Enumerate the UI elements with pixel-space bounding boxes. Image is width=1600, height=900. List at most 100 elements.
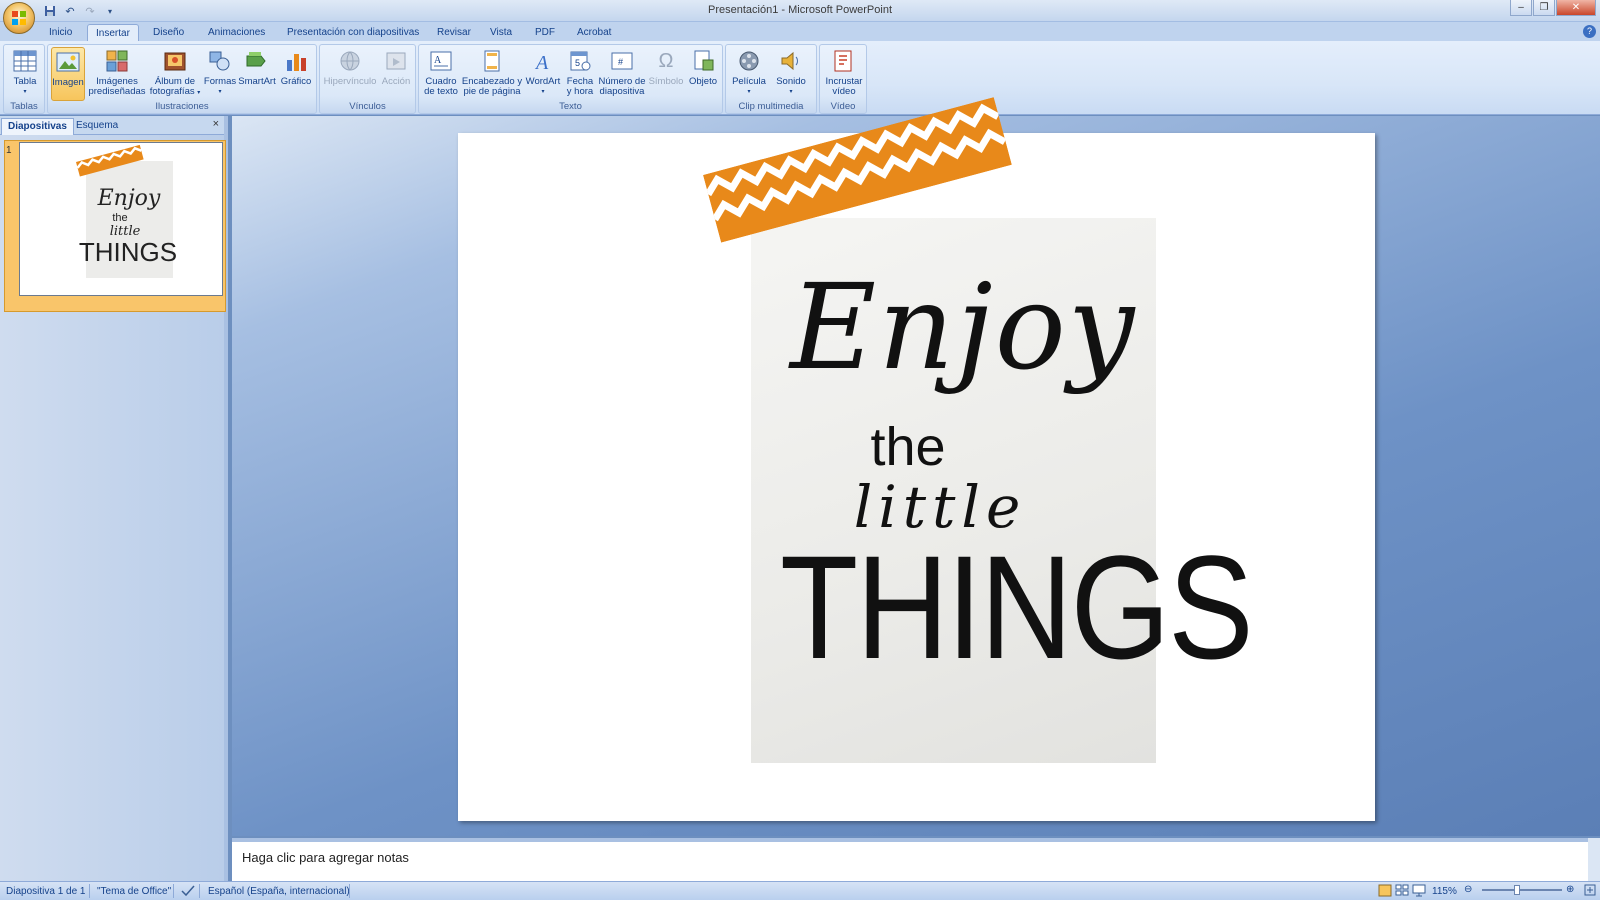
- album-fotografias-button[interactable]: Álbum de fotografías ▾: [148, 47, 202, 101]
- notes-placeholder: Haga clic para agregar notas: [242, 850, 409, 865]
- tab-pdf[interactable]: PDF: [527, 24, 563, 42]
- group-vinculos: Hipervínculo Acción Vínculos: [319, 44, 416, 114]
- hipervinculo-button[interactable]: Hipervínculo: [323, 47, 377, 101]
- slide-thumbnail-preview: Enjoy the little THINGS: [76, 144, 177, 278]
- tabla-button[interactable]: Tabla ▾: [7, 47, 43, 101]
- table-icon: [12, 47, 38, 75]
- cuadro-texto-button[interactable]: A Cuadro de texto: [422, 47, 460, 101]
- header-footer-icon: [479, 47, 505, 75]
- svg-text:A: A: [534, 52, 549, 72]
- slide-number: 1: [6, 145, 12, 156]
- group-texto: A Cuadro de texto Encabezado y pie de pá…: [418, 44, 723, 114]
- embed-video-icon: [831, 47, 857, 75]
- status-slide-count: Diapositiva 1 de 1: [6, 886, 86, 897]
- hyperlink-globe-icon: [337, 47, 363, 75]
- dropdown-arrow-icon: ▾: [218, 89, 222, 95]
- tab-esquema[interactable]: Esquema: [70, 118, 124, 135]
- shapes-icon: [207, 47, 233, 75]
- accion-button[interactable]: Acción: [379, 47, 413, 101]
- group-video: Incrustar vídeo Vídeo: [819, 44, 867, 114]
- svg-text:A: A: [434, 55, 442, 66]
- slide-text-the: the: [870, 417, 946, 477]
- smartart-button[interactable]: SmartArt: [238, 47, 276, 101]
- dropdown-arrow-icon: ▾: [789, 89, 793, 95]
- minimize-icon[interactable]: –: [1510, 0, 1532, 16]
- omega-symbol-icon: Ω: [658, 50, 674, 72]
- pane-tabs: Diapositivas Esquema ×: [0, 116, 224, 135]
- slide-thumbnail[interactable]: Enjoy the little THINGS: [19, 142, 223, 296]
- tab-animaciones[interactable]: Animaciones: [200, 24, 273, 42]
- slide-text-enjoy: Enjoy: [790, 258, 1137, 396]
- encabezado-pie-button[interactable]: Encabezado y pie de página: [462, 47, 522, 101]
- objeto-button[interactable]: Objeto: [686, 47, 720, 101]
- dropdown-arrow-icon: ▾: [23, 89, 27, 95]
- tab-insertar[interactable]: Insertar: [87, 24, 139, 42]
- group-clip-multimedia: Película ▾ Sonido ▾ Clip multimedia: [725, 44, 817, 114]
- dropdown-arrow-icon: ▾: [541, 89, 545, 95]
- restore-icon[interactable]: ❐: [1533, 0, 1555, 16]
- sonido-button[interactable]: Sonido ▾: [771, 47, 811, 101]
- fit-to-window-icon[interactable]: [1584, 884, 1596, 899]
- speaker-icon: [778, 47, 804, 75]
- group-tablas: Tabla ▾ Tablas: [3, 44, 45, 114]
- simbolo-button[interactable]: Ω Símbolo: [648, 47, 684, 101]
- tab-revisar[interactable]: Revisar: [429, 24, 479, 42]
- grafico-button[interactable]: Gráfico: [278, 47, 314, 101]
- fecha-hora-button[interactable]: 5 Fecha y hora: [564, 47, 596, 101]
- help-icon[interactable]: ?: [1583, 25, 1596, 38]
- zoom-in-icon[interactable]: ⊕: [1566, 884, 1574, 895]
- picture-icon: [55, 48, 81, 76]
- imagen-button[interactable]: Imagen: [51, 47, 85, 101]
- photo-album-icon: [162, 47, 188, 75]
- text-box-icon: A: [428, 47, 454, 75]
- chart-icon: [283, 47, 309, 75]
- dropdown-arrow-icon: ▾: [197, 90, 201, 96]
- tab-diapositivas[interactable]: Diapositivas: [1, 118, 74, 135]
- tab-inicio[interactable]: Inicio: [41, 24, 80, 42]
- svg-text:#: #: [618, 57, 623, 67]
- notes-scrollbar[interactable]: [1588, 838, 1600, 882]
- zoom-out-icon[interactable]: ⊖: [1464, 884, 1472, 895]
- status-theme[interactable]: "Tema de Office": [97, 886, 171, 897]
- tab-acrobat[interactable]: Acrobat: [569, 24, 619, 42]
- wordart-button[interactable]: A WordArt ▾: [524, 47, 562, 101]
- wordart-icon: A: [530, 47, 556, 75]
- clip-art-icon: [104, 47, 130, 75]
- notes-pane[interactable]: Haga clic para agregar notas: [232, 838, 1588, 882]
- normal-view-icon[interactable]: [1378, 884, 1392, 900]
- ribbon: Tabla ▾ Tablas Imagen Imágenes prediseña…: [0, 41, 1600, 115]
- ribbon-tabs: Inicio Insertar Diseño Animaciones Prese…: [0, 22, 1600, 42]
- close-pane-icon[interactable]: ×: [213, 118, 219, 130]
- tab-presentacion[interactable]: Presentación con diapositivas: [279, 24, 427, 42]
- incrustar-video-button[interactable]: Incrustar vídeo: [822, 47, 866, 101]
- film-reel-icon: [736, 47, 762, 75]
- numero-diapositiva-button[interactable]: # Número de diapositiva: [598, 47, 646, 101]
- zoom-slider[interactable]: [1482, 889, 1562, 891]
- slideshow-icon[interactable]: [1412, 884, 1426, 900]
- office-button[interactable]: [3, 2, 35, 34]
- tab-diseno[interactable]: Diseño: [145, 24, 192, 42]
- formas-button[interactable]: Formas ▾: [204, 47, 236, 101]
- date-time-icon: 5: [567, 47, 593, 75]
- svg-text:the: the: [112, 212, 127, 224]
- action-icon: [383, 47, 409, 75]
- object-icon: [690, 47, 716, 75]
- title-bar: ↶ ↷ ▾ Presentación1 - Microsoft PowerPoi…: [0, 0, 1600, 22]
- group-ilustraciones: Imagen Imágenes prediseñadas Álbum de fo…: [47, 44, 317, 114]
- status-language[interactable]: Español (España, internacional): [208, 886, 350, 897]
- zoom-level[interactable]: 115%: [1432, 886, 1457, 897]
- tab-vista[interactable]: Vista: [482, 24, 520, 42]
- slide-number-icon: #: [609, 47, 635, 75]
- close-icon[interactable]: ✕: [1556, 0, 1596, 16]
- pelicula-button[interactable]: Película ▾: [729, 47, 769, 101]
- smartart-icon: [244, 47, 270, 75]
- office-logo-icon: [12, 11, 26, 25]
- svg-text:Enjoy: Enjoy: [97, 186, 161, 211]
- dropdown-arrow-icon: ▾: [747, 89, 751, 95]
- slide-sorter-icon[interactable]: [1395, 884, 1409, 900]
- zoom-slider-handle[interactable]: [1514, 885, 1520, 895]
- imagenes-prediseñadas-button[interactable]: Imágenes prediseñadas: [88, 47, 146, 101]
- spell-check-icon[interactable]: [181, 884, 195, 900]
- status-bar: Diapositiva 1 de 1 "Tema de Office" Espa…: [0, 881, 1600, 900]
- window-title: Presentación1 - Microsoft PowerPoint: [707, 4, 893, 16]
